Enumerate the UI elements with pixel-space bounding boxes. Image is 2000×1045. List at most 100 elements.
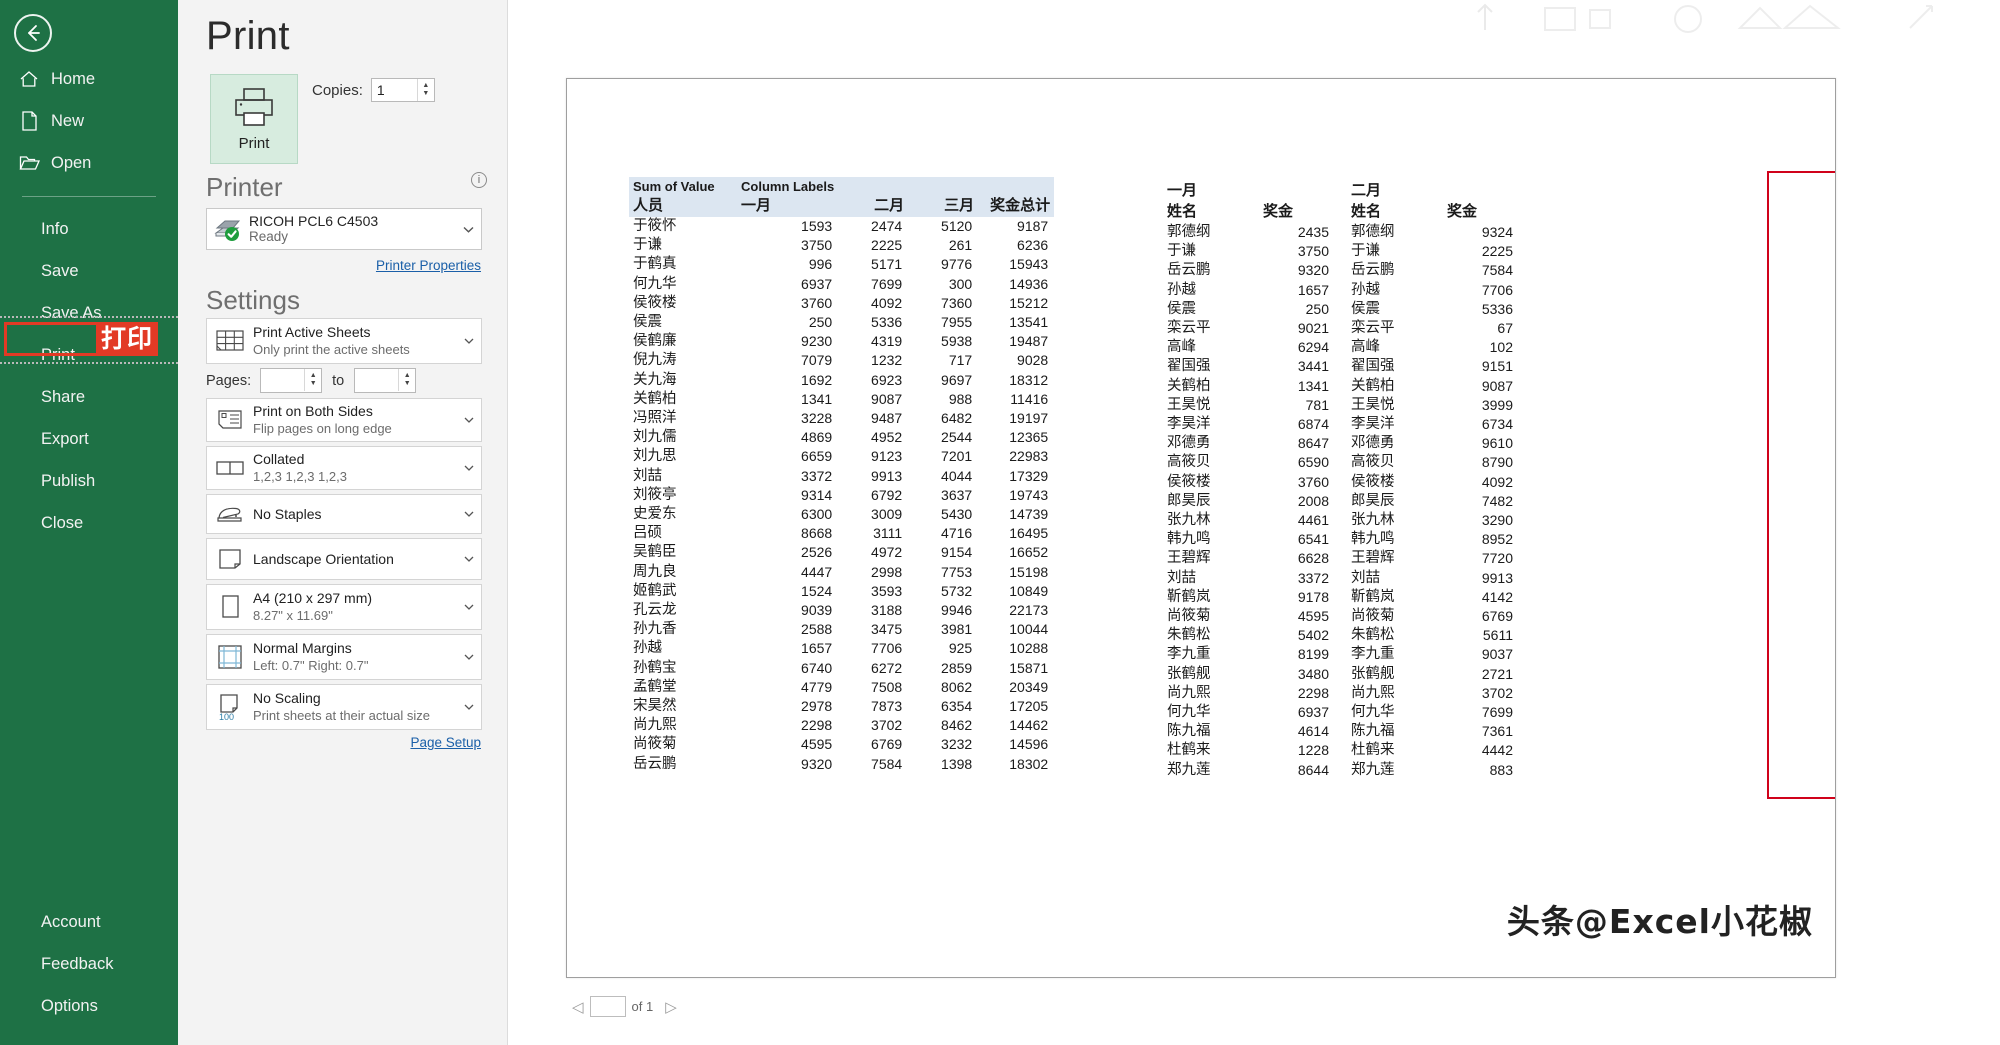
copies-stepper[interactable]: ▲ ▼ (371, 78, 435, 102)
next-page-button[interactable]: ▷ (659, 998, 683, 1016)
option-collation[interactable]: Collated 1,2,3 1,2,3 1,2,3 (206, 446, 482, 490)
sidebar-item-open[interactable]: Open (0, 142, 178, 184)
pivot-cell-value: 1692 (737, 371, 838, 390)
pages-from-stepper[interactable]: ▲ ▼ (260, 368, 322, 393)
pivot-cell-value: 9230 (737, 332, 838, 351)
chevron-down-icon[interactable] (457, 604, 481, 610)
copies-stepper-arrows[interactable]: ▲ ▼ (417, 79, 434, 101)
option-margins-text: Normal Margins Left: 0.7" Right: 0.7" (253, 640, 457, 673)
pages-to-input[interactable] (355, 370, 397, 392)
sidebar-item-new[interactable]: New (0, 100, 178, 142)
option-collation-text: Collated 1,2,3 1,2,3 1,2,3 (253, 451, 457, 484)
table-row: 张九林4461 (1163, 511, 1335, 530)
pivot-cell-name: 刘九思 (629, 447, 737, 466)
sidebar-item-close[interactable]: Close (0, 502, 178, 544)
sidebar-item-home[interactable]: Home (0, 58, 178, 100)
pivot-cell-value: 3637 (908, 486, 978, 505)
chevron-down-icon[interactable] (457, 338, 481, 344)
sidebar-item-feedback[interactable]: Feedback (0, 943, 178, 985)
printer-info-icon[interactable]: i (471, 172, 487, 188)
page-setup-link[interactable]: Page Setup (410, 735, 481, 750)
option-paper-size-text: A4 (210 x 297 mm) 8.27" x 11.69" (253, 590, 457, 623)
back-button[interactable] (14, 14, 52, 52)
previous-page-button[interactable]: ◁ (566, 998, 590, 1016)
table-row: 韩九鸣8952 (1347, 530, 1519, 549)
option-paper-size[interactable]: A4 (210 x 297 mm) 8.27" x 11.69" (206, 584, 482, 630)
printer-select[interactable]: RICOH PCL6 C4503 Ready (206, 208, 482, 250)
source-jan-cell-name: 高峰 (1163, 338, 1255, 357)
source-jan-cell-value: 9178 (1255, 588, 1335, 607)
pages-from-input[interactable] (261, 370, 303, 392)
chevron-down-icon[interactable] (457, 417, 481, 423)
source-jan-cell-name: 郑九莲 (1163, 761, 1255, 780)
option-duplex[interactable]: Print on Both Sides Flip pages on long e… (206, 398, 482, 442)
source-jan-cell-name: 尚九熙 (1163, 684, 1255, 703)
stepper-up-icon[interactable]: ▲ (404, 372, 411, 380)
sidebar-item-share[interactable]: Share (0, 376, 178, 418)
sidebar-item-export[interactable]: Export (0, 418, 178, 460)
chevron-down-icon[interactable] (457, 511, 481, 517)
option-margins[interactable]: Normal Margins Left: 0.7" Right: 0.7" (206, 634, 482, 680)
source-jan-cell-name: 刘喆 (1163, 569, 1255, 588)
option-print-what[interactable]: Print Active Sheets Only print the activ… (206, 318, 482, 364)
table-row: 岳云鹏9320 (1163, 261, 1335, 280)
pivot-cell-value: 7508 (838, 678, 908, 697)
page-number-input[interactable] (590, 996, 626, 1017)
printer-properties-link[interactable]: Printer Properties (376, 258, 481, 273)
sidebar-item-publish[interactable]: Publish (0, 460, 178, 502)
option-print-what-text: Print Active Sheets Only print the activ… (253, 324, 457, 357)
back-arrow-icon (22, 22, 44, 44)
chevron-down-icon[interactable] (457, 654, 481, 660)
pivot-cell-value: 9776 (908, 255, 978, 274)
print-button[interactable]: Print (210, 74, 298, 164)
chevron-down-icon[interactable] (457, 556, 481, 562)
pivot-cell-value: 7079 (737, 351, 838, 370)
chevron-down-icon[interactable] (457, 465, 481, 471)
pivot-cell-value: 9087 (838, 390, 908, 409)
svg-text:100: 100 (219, 712, 234, 722)
stepper-up-icon[interactable]: ▲ (422, 82, 429, 90)
pivot-cell-value: 4779 (737, 678, 838, 697)
chevron-down-icon[interactable] (457, 704, 481, 710)
stepper-down-icon[interactable]: ▼ (404, 380, 411, 388)
sidebar-item-info[interactable]: Info (0, 208, 178, 250)
pivot-cell-total: 12365 (978, 428, 1054, 447)
pages-to-stepper[interactable]: ▲ ▼ (354, 368, 416, 393)
stepper-down-icon[interactable]: ▼ (310, 380, 317, 388)
source-feb-cell-value: 4092 (1439, 473, 1519, 492)
pages-from-arrows[interactable]: ▲ ▼ (304, 369, 321, 391)
pages-range-row: Pages: ▲ ▼ to ▲ ▼ (206, 368, 416, 393)
stepper-down-icon[interactable]: ▼ (422, 90, 429, 98)
chevron-down-icon[interactable] (455, 226, 481, 233)
source-feb-cell-value: 9037 (1439, 645, 1519, 664)
sidebar-item-save[interactable]: Save (0, 250, 178, 292)
source-feb-cell-name: 关鹤柏 (1347, 377, 1439, 396)
pivot-cell-value: 5430 (908, 505, 978, 524)
copies-input[interactable] (372, 79, 416, 101)
pivot-cell-value: 7753 (908, 563, 978, 582)
source-jan-cell-name: 关鹤柏 (1163, 377, 1255, 396)
source-feb-cell-value: 3702 (1439, 684, 1519, 703)
stepper-up-icon[interactable]: ▲ (310, 372, 317, 380)
pages-to-arrows[interactable]: ▲ ▼ (398, 369, 415, 391)
option-scaling[interactable]: 100 No Scaling Print sheets at their act… (206, 684, 482, 730)
source-jan-cell-value: 6628 (1255, 549, 1335, 568)
sidebar-item-account[interactable]: Account (0, 901, 178, 943)
pivot-cell-name: 刘筱亭 (629, 486, 737, 505)
option-staples-title: No Staples (253, 506, 457, 523)
pivot-cell-value: 1524 (737, 582, 838, 601)
paper-size-icon (207, 592, 253, 622)
pivot-cell-value: 1398 (908, 755, 978, 774)
table-row: 孙越1657770692510288 (629, 639, 1054, 658)
option-staples[interactable]: No Staples (206, 494, 482, 534)
pages-label: Pages: (206, 373, 251, 389)
table-row: 高峰6294 (1163, 338, 1335, 357)
sidebar-item-options[interactable]: Options (0, 985, 178, 1027)
pivot-cell-total: 17205 (978, 697, 1054, 716)
table-row: 宋昊然29787873635417205 (629, 697, 1054, 716)
pivot-cell-value: 2859 (908, 659, 978, 678)
option-orientation[interactable]: Landscape Orientation (206, 538, 482, 580)
source-feb-cell-name: 郑九莲 (1347, 761, 1439, 780)
source-jan-cell-name: 李九重 (1163, 645, 1255, 664)
option-collation-subtitle: 1,2,3 1,2,3 1,2,3 (253, 469, 457, 485)
